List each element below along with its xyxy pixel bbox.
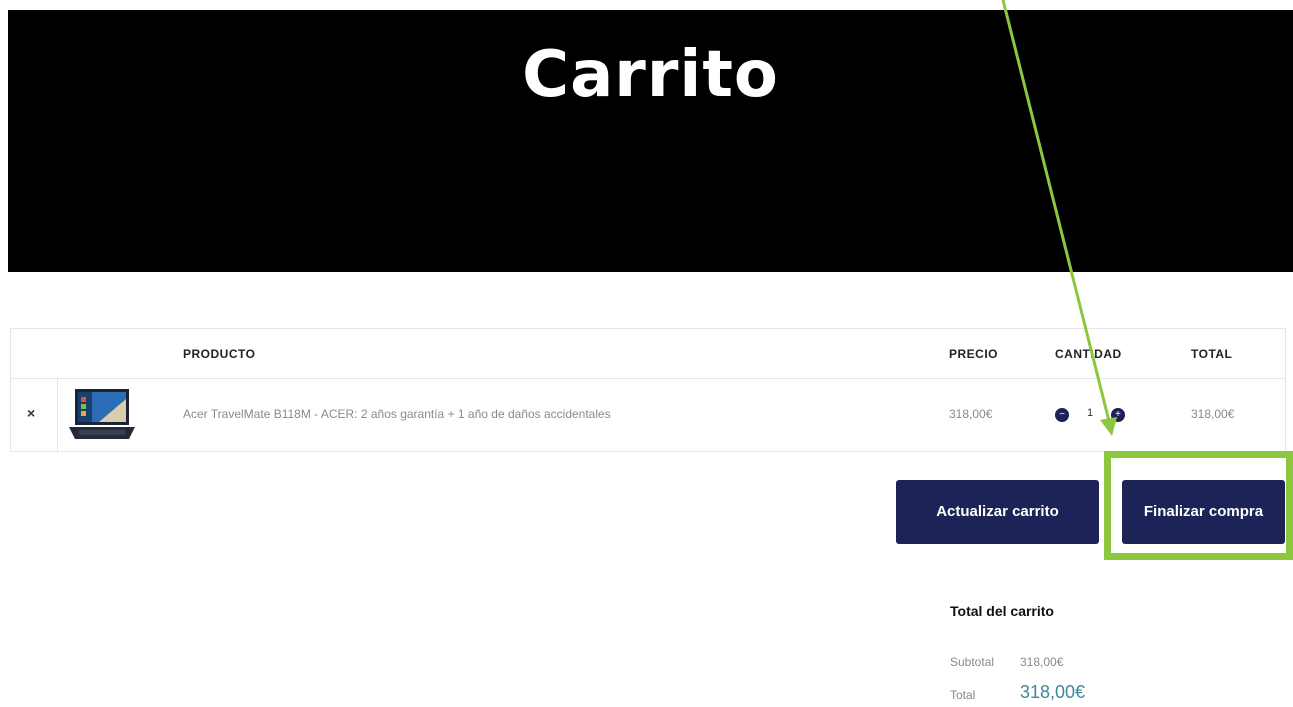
- item-price: 318,00€: [949, 407, 993, 421]
- item-total: 318,00€: [1191, 407, 1235, 421]
- column-header-quantity: CANTIDAD: [1055, 347, 1122, 361]
- column-header-price: PRECIO: [949, 347, 999, 361]
- quantity-increase-button[interactable]: +: [1111, 408, 1125, 422]
- cart-table-header: PRODUCTO PRECIO CANTIDAD TOTAL: [11, 329, 1285, 379]
- table-row: × Acer TravelMate B118M - ACER: 2 años g…: [11, 379, 1285, 453]
- subtotal-label: Subtotal: [950, 655, 995, 669]
- quantity-value[interactable]: 1: [1087, 407, 1093, 419]
- page-title: Carrito: [522, 38, 779, 112]
- annotation-highlight-box: [1104, 451, 1293, 560]
- total-label: Total: [950, 688, 976, 702]
- page-header-banner: Carrito: [8, 10, 1293, 272]
- laptop-thumbnail[interactable]: [69, 389, 135, 441]
- total-value: 318,00€: [1020, 682, 1086, 702]
- cart-totals-title: Total del carrito: [950, 603, 1054, 619]
- column-header-total: TOTAL: [1191, 347, 1233, 361]
- cart-table: PRODUCTO PRECIO CANTIDAD TOTAL × Acer Tr…: [10, 328, 1286, 453]
- update-cart-button[interactable]: Actualizar carrito: [896, 480, 1099, 544]
- remove-item-icon[interactable]: ×: [27, 405, 35, 421]
- quantity-decrease-button[interactable]: −: [1055, 408, 1069, 422]
- product-name-link[interactable]: Acer TravelMate B118M - ACER: 2 años gar…: [183, 407, 611, 421]
- column-header-product: PRODUCTO: [183, 347, 256, 361]
- column-divider: [57, 379, 58, 453]
- subtotal-value: 318,00€: [1020, 655, 1064, 669]
